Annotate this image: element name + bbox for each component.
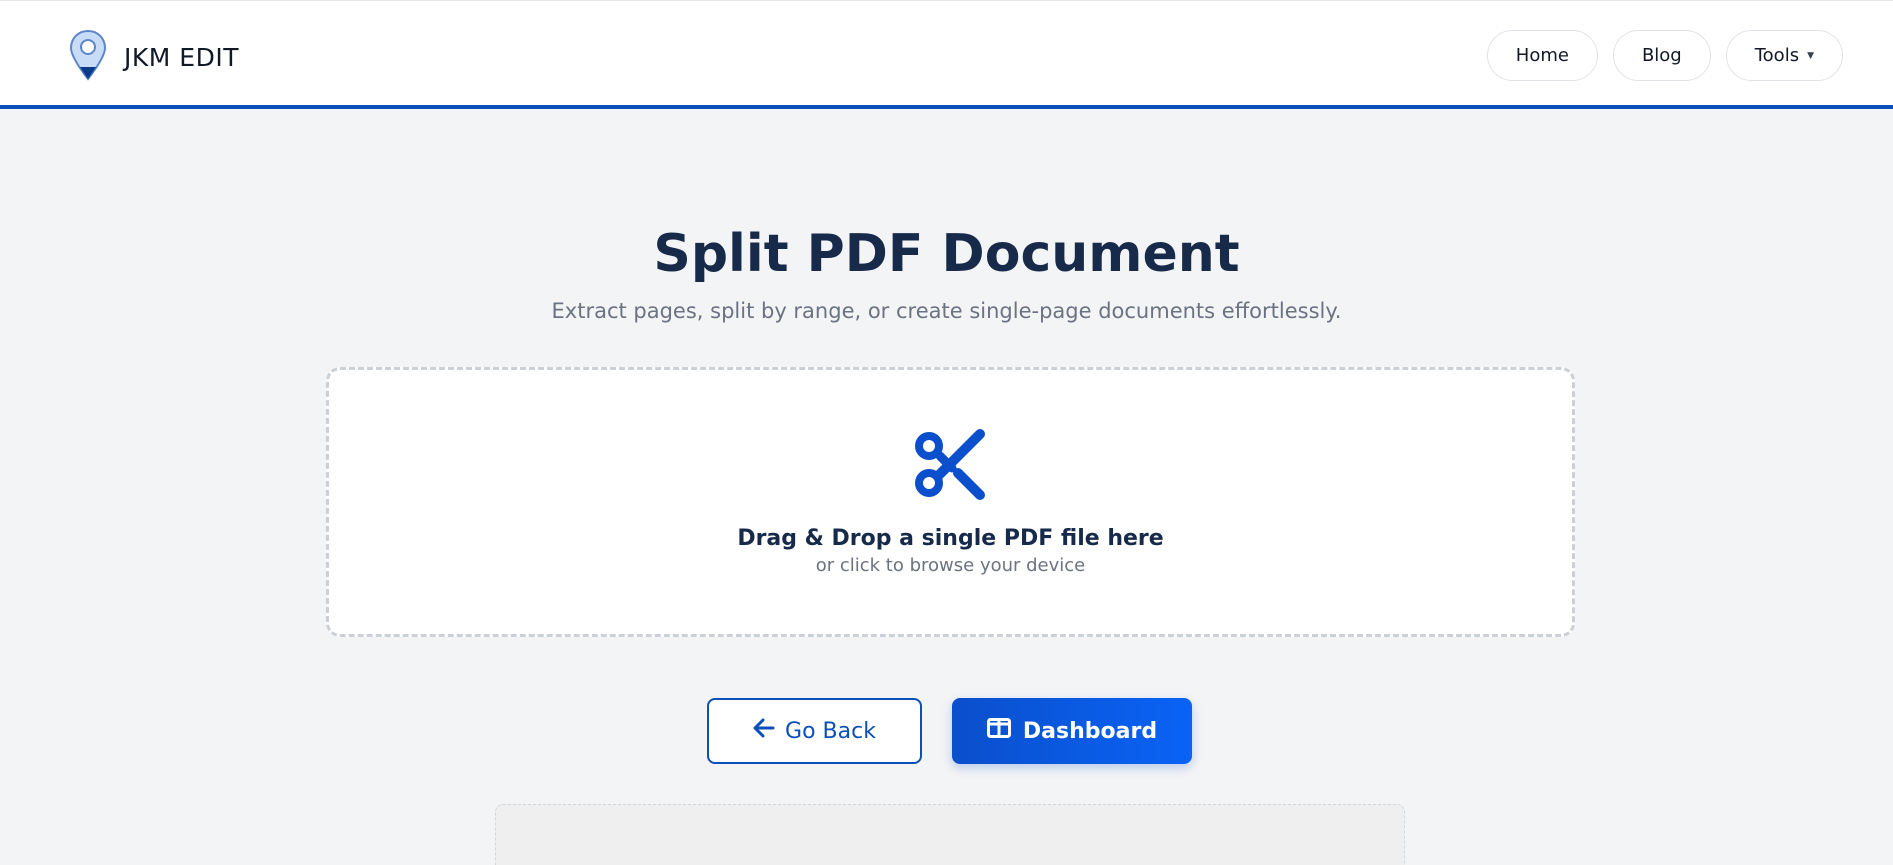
go-back-button[interactable]: Go Back	[707, 698, 922, 764]
dropzone-subtitle: or click to browse your device	[815, 555, 1086, 576]
nav-tools-label: Tools	[1754, 45, 1800, 66]
top-navbar: JKM EDIT Home Blog Tools ▼	[0, 0, 1893, 109]
options-panel	[495, 804, 1405, 865]
nav-tools-dropdown[interactable]: Tools ▼	[1725, 30, 1843, 81]
page-title: Split PDF Document	[653, 224, 1240, 284]
nav-home-label: Home	[1515, 45, 1569, 66]
dashboard-icon	[986, 718, 1011, 744]
dashboard-button[interactable]: Dashboard	[952, 698, 1192, 764]
caret-down-icon: ▼	[1807, 50, 1814, 61]
nav-home-button[interactable]: Home	[1486, 30, 1598, 81]
go-back-label: Go Back	[785, 718, 876, 744]
pdf-dropzone[interactable]: Drag & Drop a single PDF file here or cl…	[326, 367, 1575, 637]
dashboard-label: Dashboard	[1022, 718, 1158, 744]
main-nav: Home Blog Tools ▼	[1486, 30, 1843, 81]
brand[interactable]: JKM EDIT	[68, 29, 239, 86]
map-pin-icon	[68, 29, 108, 86]
nav-blog-button[interactable]: Blog	[1612, 30, 1711, 81]
brand-name: JKM EDIT	[124, 43, 239, 72]
dropzone-title: Drag & Drop a single PDF file here	[737, 526, 1164, 551]
arrow-left-icon	[753, 718, 775, 744]
page-subtitle: Extract pages, split by range, or create…	[551, 299, 1342, 323]
nav-blog-label: Blog	[1641, 45, 1682, 66]
